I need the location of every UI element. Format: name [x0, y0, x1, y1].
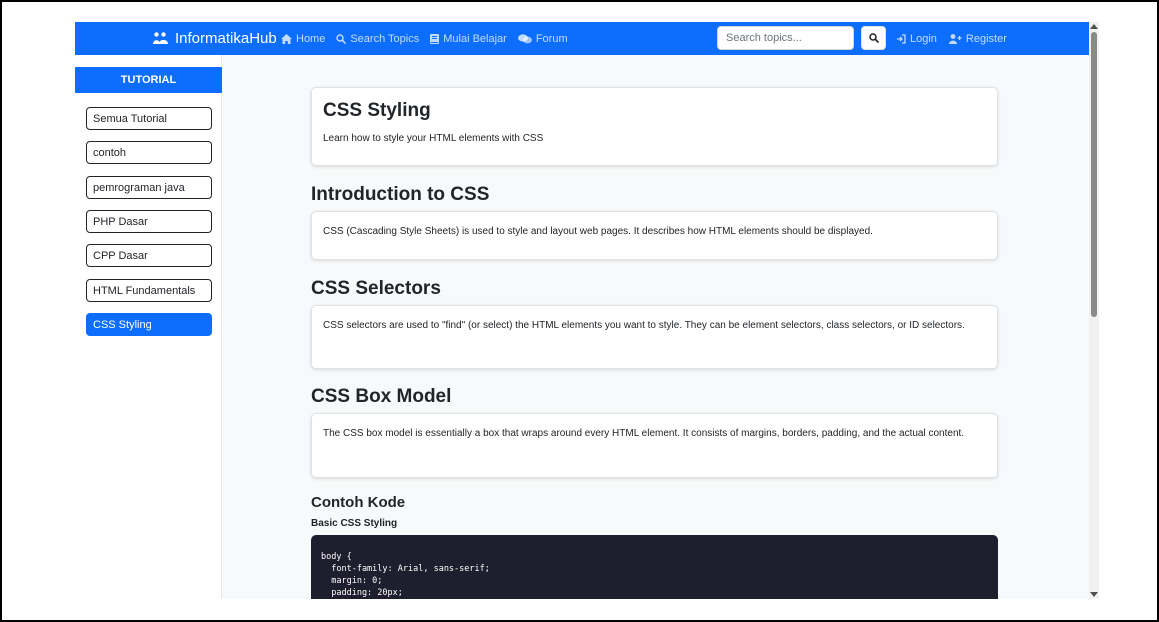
- code-block: body { font-family: Arial, sans-serif; m…: [311, 535, 998, 599]
- sidebar-item-label: CSS Styling: [93, 318, 152, 331]
- section-heading-selectors: CSS Selectors: [311, 278, 441, 299]
- page-header-card: CSS Styling Learn how to style your HTML…: [311, 87, 998, 166]
- section-heading-intro: Introduction to CSS: [311, 184, 490, 205]
- nav-forum[interactable]: Forum: [517, 32, 568, 45]
- nav-links: Home Search Topics Mulai Belajar Forum: [281, 22, 579, 55]
- brand-link[interactable]: InformatikaHub: [153, 22, 277, 55]
- sidebar-item-label: Semua Tutorial: [93, 112, 167, 125]
- register-link[interactable]: Register: [948, 32, 1007, 45]
- section-card-box-model: The CSS box model is essentially a box t…: [311, 413, 998, 478]
- section-heading-box-model: CSS Box Model: [311, 386, 452, 407]
- sidebar-item-cpp-dasar[interactable]: CPP Dasar: [86, 244, 212, 267]
- user-plus-icon: [948, 33, 962, 44]
- search-icon: [868, 33, 879, 43]
- nav-mulai-label: Mulai Belajar: [443, 32, 507, 45]
- section-card-selectors: CSS selectors are used to "find" (or sel…: [311, 305, 998, 369]
- sidebar-item-semua-tutorial[interactable]: Semua Tutorial: [86, 107, 212, 130]
- sidebar-item-label: CPP Dasar: [93, 249, 148, 262]
- nav-search-topics[interactable]: Search Topics: [336, 33, 419, 45]
- sidebar-item-label: pemrograman java: [93, 181, 185, 194]
- register-label: Register: [965, 32, 1007, 45]
- code-line: margin: 0;: [321, 576, 383, 586]
- section-body-selectors: CSS selectors are used to "find" (or sel…: [323, 320, 965, 331]
- search-icon: [336, 33, 347, 44]
- page-viewport: InformatikaHub Home Search Topics Mulai …: [75, 22, 1099, 599]
- nav-forum-label: Forum: [535, 32, 568, 45]
- sidebar: TUTORIAL Semua Tutorial contoh pemrogram…: [75, 55, 222, 599]
- scroll-up-arrow-icon[interactable]: [1090, 24, 1098, 29]
- sign-in-icon: [897, 33, 906, 44]
- sidebar-item-css-styling[interactable]: CSS Styling: [86, 313, 212, 336]
- sidebar-header: TUTORIAL: [75, 67, 222, 93]
- sidebar-item-php-dasar[interactable]: PHP Dasar: [86, 210, 212, 233]
- scroll-down-arrow-icon[interactable]: [1090, 592, 1098, 597]
- sidebar-item-label: contoh: [93, 146, 127, 159]
- sidebar-item-contoh[interactable]: contoh: [86, 141, 212, 164]
- section-body-intro: CSS (Cascading Style Sheets) is used to …: [323, 226, 873, 237]
- code-line: body {: [321, 552, 352, 562]
- sidebar-item-html-fundamentals[interactable]: HTML Fundamentals: [86, 279, 212, 302]
- graduation-cap-icon: [153, 32, 168, 44]
- section-card-intro: CSS (Cascading Style Sheets) is used to …: [311, 211, 998, 260]
- auth-links: Login Register: [896, 22, 1019, 55]
- sidebar-item-label: HTML Fundamentals: [93, 284, 196, 297]
- page-title: CSS Styling: [323, 100, 431, 121]
- code-section-heading: Contoh Kode: [311, 494, 406, 511]
- code-line: font-family: Arial, sans-serif;: [321, 564, 490, 574]
- browser-frame: InformatikaHub Home Search Topics Mulai …: [0, 0, 1159, 622]
- sidebar-item-label: PHP Dasar: [93, 215, 148, 228]
- scrollbar-thumb[interactable]: [1091, 32, 1097, 317]
- search-button[interactable]: [861, 26, 886, 50]
- top-navbar: InformatikaHub Home Search Topics Mulai …: [75, 22, 1089, 55]
- section-body-box-model: The CSS box model is essentially a box t…: [323, 428, 965, 439]
- comments-icon: [517, 33, 532, 43]
- nav-mulai-belajar[interactable]: Mulai Belajar: [430, 33, 507, 45]
- nav-search-label: Search Topics: [350, 32, 420, 45]
- nav-home[interactable]: Home: [281, 33, 325, 45]
- search-input[interactable]: [717, 26, 854, 50]
- book-icon: [430, 33, 440, 44]
- code-example-title: Basic CSS Styling: [311, 518, 398, 529]
- login-label: Login: [910, 32, 937, 45]
- brand-name: InformatikaHub: [175, 30, 277, 47]
- nav-home-label: Home: [296, 32, 326, 45]
- code-line: padding: 20px;: [321, 588, 403, 598]
- vertical-scrollbar[interactable]: [1089, 22, 1099, 599]
- login-link[interactable]: Login: [896, 33, 937, 45]
- page-subtitle: Learn how to style your HTML elements wi…: [323, 133, 544, 144]
- home-icon: [281, 33, 292, 44]
- sidebar-item-pemrograman-java[interactable]: pemrograman java: [86, 176, 212, 199]
